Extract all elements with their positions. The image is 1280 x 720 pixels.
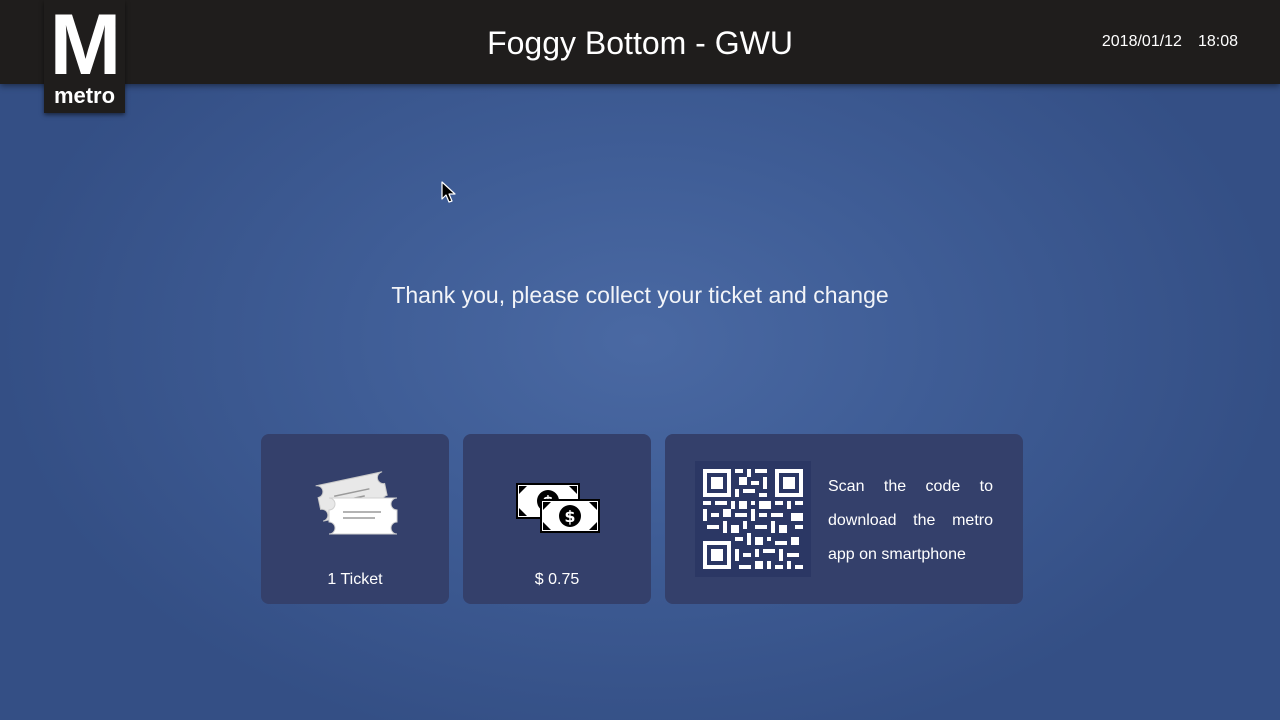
time-text: 18:08 <box>1197 33 1238 50</box>
ticket-count-label: 1 Ticket <box>327 571 383 588</box>
tickets-icon <box>315 471 398 535</box>
station-title: Foggy Bottom - GWU <box>487 25 793 61</box>
thank-you-message: Thank you, please collect your ticket an… <box>391 282 889 308</box>
qr-code-icon <box>695 461 811 577</box>
logo-letter: M <box>49 0 122 93</box>
change-card: $ $ $ 0.75 <box>463 434 651 604</box>
ticket-card: 1 Ticket <box>261 434 449 604</box>
change-amount-label: $ 0.75 <box>534 571 580 588</box>
logo-word: metro <box>53 83 116 108</box>
mouse-pointer-icon <box>441 181 456 203</box>
header-bar: Foggy Bottom - GWU 2018/01/12 18:08 <box>0 0 1280 84</box>
app-download-card: Scan the code to download the metro app … <box>665 434 1023 604</box>
metro-logo: M metro <box>44 0 125 113</box>
date-text: 2018/01/12 <box>1101 33 1182 50</box>
datetime: 2018/01/12 18:08 <box>1102 33 1238 51</box>
svg-text:$: $ <box>564 507 575 526</box>
banknotes-icon: $ $ <box>516 483 600 533</box>
app-download-text: Scan the code to download the metro app … <box>828 478 993 563</box>
